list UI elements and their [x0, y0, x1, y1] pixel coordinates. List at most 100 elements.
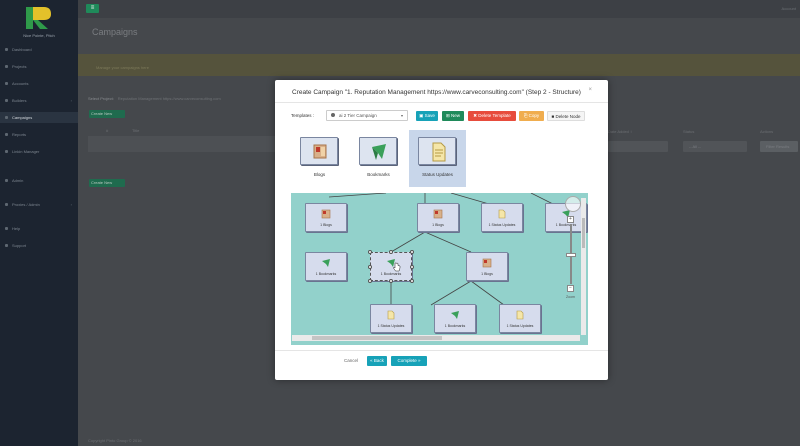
select-project[interactable]: Select Project: Reputation Management htt…	[88, 96, 221, 101]
palette-item-status-updates[interactable]: Status Updates	[409, 130, 466, 187]
sidebar-item-support[interactable]: Support	[0, 240, 78, 251]
save-label: Save	[424, 113, 435, 118]
document-icon	[418, 137, 456, 165]
node-label: 1 Status Updates	[488, 223, 516, 227]
sidebar-item-proxies[interactable]: Proxies / Admin ›	[0, 199, 78, 210]
sidebar-item-label: Dashboard	[12, 47, 32, 52]
canvas-scrollbar-vertical[interactable]	[581, 198, 586, 335]
sidebar-item-label: Builders	[12, 98, 27, 103]
sidebar-item-accounts[interactable]: Accounts	[0, 78, 78, 89]
resize-handle[interactable]	[368, 279, 372, 283]
structure-canvas[interactable]: 1 Blogs 1 Blogs 1 Status Updates 1 Bookm…	[291, 193, 588, 345]
scroll-thumb[interactable]	[582, 218, 585, 248]
node-label: 1 Status Updates	[377, 324, 405, 328]
info-alert	[78, 54, 800, 76]
node-label: 1 Status Updates	[506, 324, 534, 328]
delete-node-button[interactable]: ■ Delete Node	[547, 111, 585, 121]
back-button[interactable]: « Back	[367, 356, 387, 366]
dashboard-icon	[5, 48, 8, 51]
delete-template-button[interactable]: ✖ Delete Template	[468, 111, 516, 121]
palette-label: Bookmarks	[367, 172, 390, 177]
node-label: 1 Bookmarks	[315, 272, 337, 276]
node-label: 1 Blogs	[432, 223, 444, 227]
canvas-node[interactable]: 1 Blogs	[305, 203, 347, 232]
canvas-node[interactable]: 1 Bookmarks	[305, 252, 347, 281]
canvas-node[interactable]: 1 Status Updates	[499, 304, 541, 333]
help-icon	[5, 227, 8, 230]
canvas-node[interactable]: 1 Blogs	[417, 203, 459, 232]
node-label: 1 Bookmarks	[380, 272, 402, 276]
canvas-node-selected[interactable]: 1 Bookmarks	[370, 252, 412, 281]
templates-select[interactable]: ai 2 Tier Campaign ▾	[326, 110, 408, 121]
copy-template-button[interactable]: ⎘ Copy	[519, 111, 544, 121]
footer-copyright: Copyright Pinto Group © 2016	[88, 438, 142, 443]
sidebar-item-label: Admin	[12, 178, 24, 183]
table-header: # Title	[88, 128, 278, 136]
sidebar-item-builders[interactable]: Builders ›	[0, 95, 78, 106]
templates-select-value: ai 2 Tier Campaign	[339, 113, 377, 118]
create-campaign-modal: Create Campaign "1. Reputation Managemen…	[275, 80, 608, 380]
select-project-label: Select Project:	[88, 96, 114, 101]
col-status: Status	[683, 129, 695, 134]
cancel-button[interactable]: Cancel	[344, 358, 358, 363]
menu-toggle-button[interactable]: ≡	[86, 4, 99, 13]
canvas-node[interactable]: 1 Bookmarks	[434, 304, 476, 333]
date-filter-input[interactable]	[608, 141, 668, 152]
status-filter-select[interactable]: -- All --	[683, 141, 747, 152]
support-icon	[5, 244, 8, 247]
resize-handle[interactable]	[410, 279, 414, 283]
create-new-button[interactable]: Create New	[89, 110, 125, 118]
sidebar-item-admin[interactable]: Admin	[0, 175, 78, 186]
scroll-thumb[interactable]	[312, 336, 442, 340]
zoom-slider-handle[interactable]	[566, 253, 576, 257]
templates-label: Templates :	[291, 113, 315, 118]
sidebar-item-dashboard[interactable]: Dashboard	[0, 44, 78, 55]
delete-node-label: Delete Node	[555, 114, 581, 119]
canvas-node[interactable]: 1 Status Updates	[370, 304, 412, 333]
top-bar	[78, 0, 800, 18]
sidebar-item-help[interactable]: Help	[0, 223, 78, 234]
resize-handle[interactable]	[368, 265, 372, 269]
canvas-node[interactable]: 1 Status Updates	[481, 203, 523, 232]
close-icon[interactable]: ×	[588, 87, 592, 93]
zoom-label: Zoom	[566, 295, 575, 299]
blog-icon	[433, 209, 443, 219]
sidebar-item-label: Proxies / Admin	[12, 202, 40, 207]
filter-results-button[interactable]: Filter Results	[760, 141, 798, 152]
resize-handle[interactable]	[368, 250, 372, 254]
complete-button[interactable]: Complete »	[391, 356, 427, 366]
canvas-scrollbar-horizontal[interactable]	[292, 335, 580, 341]
palette-label: Status Updates	[422, 172, 453, 177]
sidebar-item-linkin-manager[interactable]: Linkin Manager	[0, 146, 78, 157]
user-icon	[331, 113, 335, 117]
palette-item-blogs[interactable]: Blogs	[291, 130, 348, 187]
chart-icon	[5, 133, 8, 136]
document-icon	[498, 209, 506, 219]
canvas-node[interactable]: 1 Blogs	[466, 252, 508, 281]
create-new-button-bottom[interactable]: Create New	[89, 179, 125, 187]
sidebar-item-projects[interactable]: Projects	[0, 61, 78, 72]
profile-menu[interactable]: Account	[782, 6, 796, 11]
save-template-button[interactable]: ▣ Save	[416, 111, 438, 121]
zoom-out-button[interactable]: −	[567, 285, 574, 292]
resize-handle[interactable]	[410, 250, 414, 254]
palette-item-bookmarks[interactable]: Bookmarks	[350, 130, 407, 187]
node-palette: Blogs Bookmarks Status Updates	[291, 130, 467, 187]
document-icon	[387, 310, 395, 320]
pan-control-icon[interactable]	[565, 196, 581, 212]
sidebar-item-reports[interactable]: Reports	[0, 129, 78, 140]
node-label: 1 Blogs	[481, 272, 493, 276]
sidebar-item-campaigns[interactable]: Campaigns	[0, 112, 78, 123]
resize-handle[interactable]	[389, 279, 393, 283]
mouse-cursor-icon	[393, 262, 401, 272]
new-template-button[interactable]: ⊞ New	[442, 111, 464, 121]
resize-handle[interactable]	[389, 250, 393, 254]
col-date-added[interactable]: Date Added ↕	[608, 129, 632, 134]
resize-handle[interactable]	[410, 265, 414, 269]
zoom-in-button[interactable]: +	[567, 216, 574, 223]
chevron-down-icon: ▾	[400, 113, 403, 118]
palette-label: Blogs	[313, 172, 326, 177]
sidebar: Nice Pointe, Pitch Dashboard Projects Ac…	[0, 0, 78, 446]
alert-text: Manage your campaigns here	[96, 65, 149, 70]
copy-label: Copy	[528, 113, 540, 118]
